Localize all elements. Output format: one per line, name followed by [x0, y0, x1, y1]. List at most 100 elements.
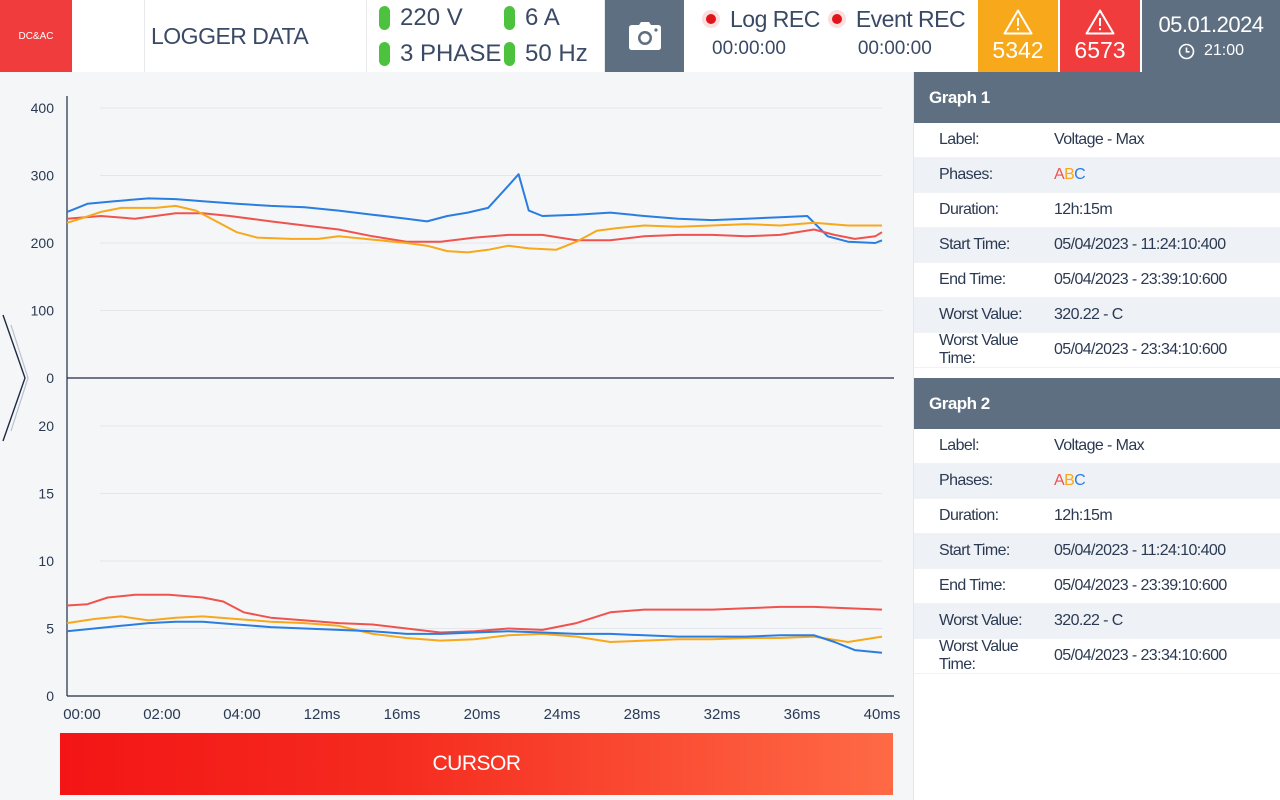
log-rec-label: Log REC: [730, 5, 820, 32]
series-line-phase-b: [66, 615, 883, 643]
x-tick-label: 36ms: [784, 706, 821, 723]
record-icon: [827, 10, 846, 28]
graph-2-worst-row: Worst Value: 320.22 - C: [914, 604, 1280, 639]
row-label: Duration:: [939, 201, 999, 218]
current-time-row: 21:00: [1178, 42, 1244, 60]
row-value: 05/04/2023 - 23:34:10:600: [1054, 647, 1227, 664]
record-icon: [702, 10, 720, 28]
status-indicator-icon: [504, 6, 515, 30]
y-tick-label: 400: [31, 100, 55, 116]
phase-letters: ABC: [1054, 166, 1280, 184]
event-rec-time: 00:00:00: [857, 38, 932, 59]
event-rec-button[interactable]: Event REC 00:00:00: [827, 0, 966, 72]
x-tick-label: 04:00: [223, 706, 261, 723]
row-value: 320.22 - C: [1054, 306, 1123, 323]
phase-b-label: B: [1064, 166, 1075, 183]
phase-value: 3 PHASE: [400, 40, 502, 67]
graph-2-phases-row: Phases: ABC: [914, 464, 1280, 499]
graph-1-section: Graph 1 Label: Voltage - Max Phases: ABC D…: [914, 72, 1280, 368]
row-label: Start Time:: [939, 542, 1010, 559]
graph-2-section: Graph 2 Label: Voltage - Max Phases: ABC D…: [914, 378, 1280, 674]
y-tick-label: 300: [31, 168, 55, 184]
phase-b-label: B: [1064, 472, 1075, 489]
alarm-count: 6573: [1074, 36, 1126, 63]
current-date: 05.01.2024: [1158, 12, 1264, 37]
graph-2-worst-time-row: Worst Value Time: 05/04/2023 - 23:34:10:6…: [914, 638, 1280, 674]
top-bar: DC&AC LOGGER DATA 220 V 6 A 3 PHASE 50 H…: [0, 0, 1280, 72]
cursor-button[interactable]: CURSOR: [60, 733, 893, 795]
logo[interactable]: DC&AC: [0, 0, 72, 72]
graph-info-panel: Graph 1 Label: Voltage - Max Phases: ABC D…: [913, 72, 1280, 800]
voltage-status: 220 V: [379, 0, 504, 36]
recording-panel: Log REC 00:00:00 Event REC 00:00:00: [684, 0, 978, 72]
row-label: Worst Value Time:: [939, 332, 1019, 367]
page-title: LOGGER DATA: [145, 0, 367, 72]
screenshot-button[interactable]: [605, 0, 684, 72]
current-time: 21:00: [1203, 42, 1245, 59]
graph-1-phases-row: Phases: ABC: [914, 158, 1280, 193]
row-label: Label:: [939, 437, 980, 454]
alarm-counter-button[interactable]: 6573: [1060, 0, 1140, 72]
warning-icon: [1003, 9, 1033, 34]
phase-c-label: C: [1074, 166, 1086, 183]
graph-2-start-row: Start Time: 05/04/2023 - 11:24:10:400: [914, 534, 1280, 569]
x-tick-label: 20ms: [464, 706, 501, 723]
camera-icon: [628, 22, 661, 50]
x-tick-label: 28ms: [624, 706, 661, 723]
y-tick-label: 0: [46, 688, 54, 704]
phase-status: 3 PHASE: [379, 36, 504, 72]
graph-2-label-row: Label: Voltage - Max: [914, 429, 1280, 464]
chart-series: [66, 173, 883, 654]
row-value: 320.22 - C: [1054, 612, 1123, 629]
row-label: Phases:: [939, 472, 993, 489]
row-label: Duration:: [939, 507, 999, 524]
logger-chart: 0 100 200 300 400 0 5 10 15 20 00:00 02:00 04:00 12ms…: [2, 96, 901, 723]
graph-1-duration-row: Duration: 12h:15m: [914, 193, 1280, 228]
row-label: Worst Value:: [939, 306, 1023, 323]
clock-icon: [1178, 43, 1195, 59]
row-value: Voltage - Max: [1054, 437, 1145, 454]
log-rec-button[interactable]: Log REC 00:00:00: [702, 0, 820, 72]
status-indicator-icon: [504, 42, 515, 66]
series-line-phase-a: [66, 593, 883, 634]
graph-1-worst-time-row: Worst Value Time: 05/04/2023 - 23:34:10:6…: [914, 332, 1280, 368]
graph-2-duration-row: Duration: 12h:15m: [914, 499, 1280, 534]
alarm-icon: [1085, 9, 1115, 34]
current-status: 6 A: [504, 0, 617, 36]
y-tick-label: 100: [31, 303, 55, 319]
y-tick-label: 10: [38, 553, 54, 569]
row-label: End Time:: [939, 577, 1006, 594]
y-tick-label: 15: [38, 486, 54, 502]
row-label: Phases:: [939, 166, 993, 183]
graph-1-start-row: Start Time: 05/04/2023 - 11:24:10:400: [914, 228, 1280, 263]
current-value: 6 A: [525, 4, 560, 31]
row-label: Label:: [939, 131, 980, 148]
row-value: 12h:15m: [1054, 507, 1113, 524]
chart-labels: 0 100 200 300 400 0 5 10 15 20 00:00 02:00 04:00 12ms…: [31, 100, 901, 723]
expand-panel-chevron-icon[interactable]: [2, 314, 29, 442]
x-tick-label: 00:00: [63, 706, 101, 723]
warning-counter-button[interactable]: 5342: [978, 0, 1058, 72]
y-tick-label: 5: [46, 621, 54, 637]
log-rec-time: 00:00:00: [712, 38, 786, 59]
status-panel: 220 V 6 A 3 PHASE 50 Hz: [367, 0, 605, 72]
phase-a-label: A: [1054, 166, 1065, 183]
x-tick-label: 02:00: [143, 706, 181, 723]
phase-c-label: C: [1074, 472, 1086, 489]
frequency-value: 50 Hz: [525, 40, 588, 67]
phase-a-label: A: [1054, 472, 1065, 489]
row-label: Start Time:: [939, 236, 1010, 253]
status-indicator-icon: [379, 6, 390, 30]
graph-2-heading: Graph 2: [914, 378, 1280, 429]
row-value: 05/04/2023 - 23:39:10:600: [1054, 577, 1227, 594]
header-spacer: [72, 0, 145, 72]
graph-1-end-row: End Time: 05/04/2023 - 23:39:10:600: [914, 263, 1280, 298]
warning-count: 5342: [992, 36, 1044, 63]
row-label: Worst Value:: [939, 612, 1023, 629]
x-tick-label: 40ms: [864, 706, 901, 723]
datetime-display: 05.01.2024 21:00: [1142, 0, 1280, 72]
chart-area: 0 100 200 300 400 0 5 10 15 20 00:00 02:00 04:00 12ms…: [0, 72, 912, 800]
row-value: 05/04/2023 - 23:34:10:600: [1054, 341, 1227, 358]
graph-2-end-row: End Time: 05/04/2023 - 23:39:10:600: [914, 569, 1280, 604]
event-rec-label: Event REC: [855, 5, 966, 32]
